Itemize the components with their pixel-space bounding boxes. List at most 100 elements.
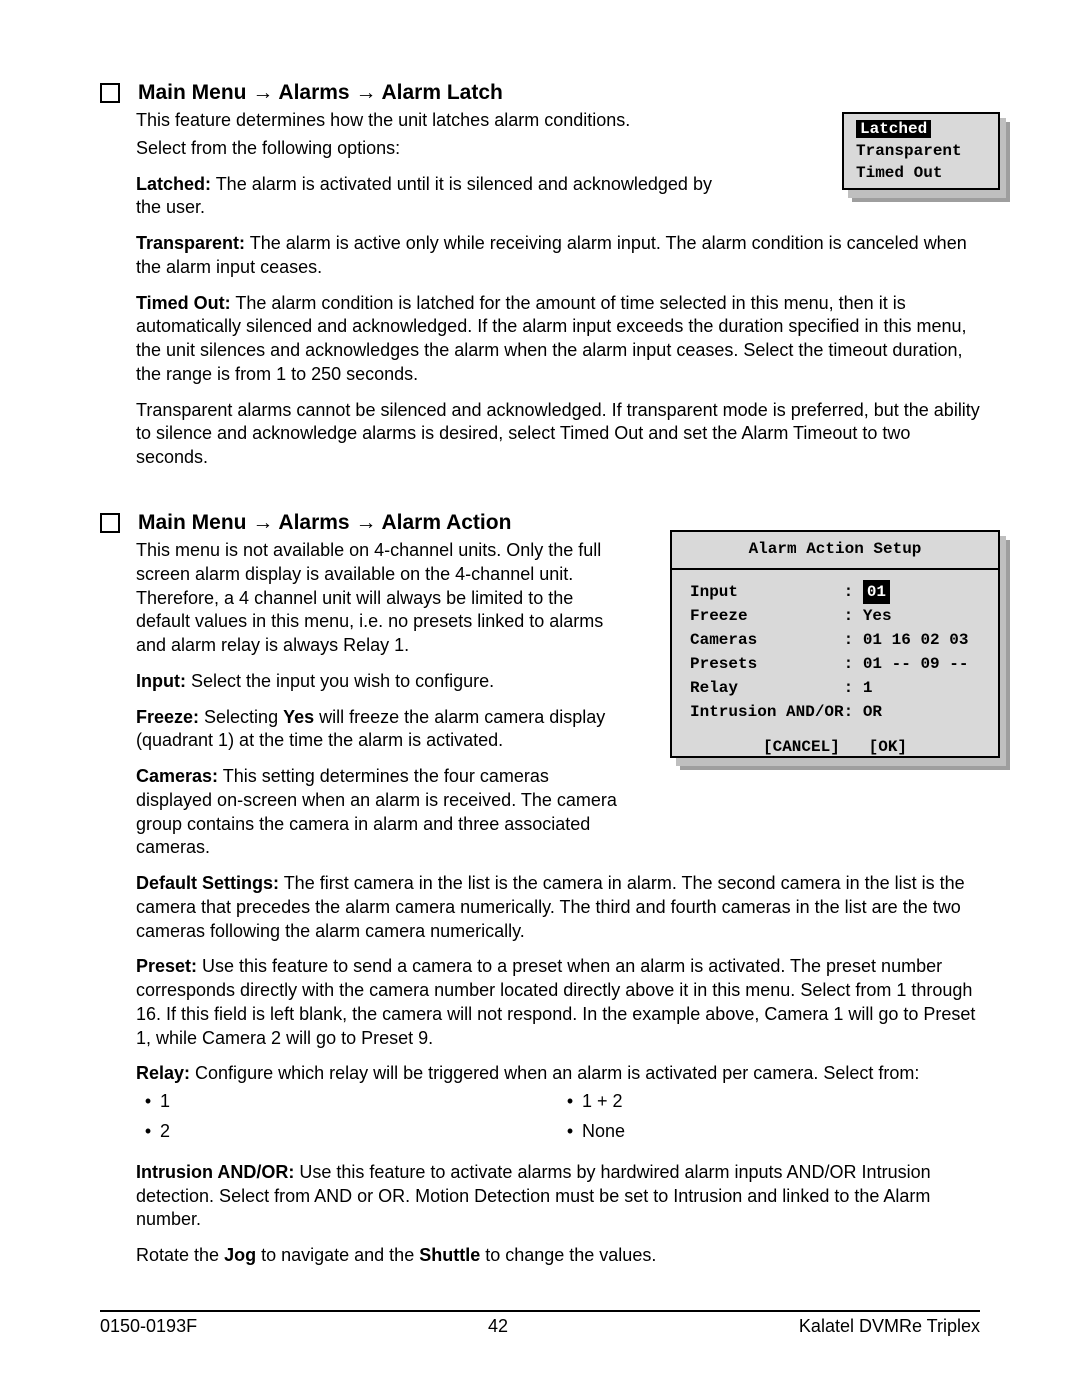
osd-buttons: [CANCEL] [OK]: [672, 730, 998, 762]
text: The alarm condition is latched for the a…: [136, 293, 967, 384]
paragraph: Input: Select the input you wish to conf…: [136, 670, 620, 694]
relay-opt: 2: [160, 1120, 170, 1143]
paragraph: Rotate the Jog to navigate and the Shutt…: [136, 1244, 980, 1268]
osd-row-input[interactable]: Input : 01: [690, 580, 984, 604]
list-item: •2: [136, 1120, 558, 1143]
paragraph: This feature determines how the unit lat…: [136, 109, 740, 133]
osd-alarm-action-panel: Alarm Action Setup Input : 01 Freeze : Y…: [670, 530, 1010, 770]
paragraph: Default Settings: The first camera in th…: [136, 872, 980, 943]
osd-label: Intrusion AND/OR: [690, 703, 844, 721]
label-preset: Preset:: [136, 956, 197, 976]
label-timedout: Timed Out:: [136, 293, 231, 313]
section1-body-wide: Transparent: The alarm is active only wh…: [136, 232, 980, 470]
relay-opt: 1 + 2: [582, 1090, 623, 1113]
paragraph: Select from the following options:: [136, 137, 740, 161]
label-input: Input:: [136, 671, 186, 691]
paragraph: Relay: Configure which relay will be tri…: [136, 1062, 980, 1086]
footer-right: Kalatel DVMRe Triplex: [799, 1316, 980, 1337]
osd-row-relay[interactable]: Relay : 1: [690, 676, 984, 700]
page-number: 42: [488, 1316, 508, 1337]
osd-value: : Yes: [844, 607, 892, 625]
heading-text: Alarm Action: [376, 511, 511, 534]
footer-row: 0150-0193F 42 Kalatel DVMRe Triplex: [100, 1316, 980, 1337]
osd-selected-value: 01: [863, 580, 890, 604]
list-item: •1: [136, 1090, 558, 1113]
bullet-icon: •: [136, 1120, 160, 1143]
paragraph: Intrusion AND/OR: Use this feature to ac…: [136, 1161, 980, 1232]
osd-label: Cameras: [690, 631, 844, 649]
osd-item-transparent[interactable]: Transparent: [852, 140, 990, 162]
relay-col-left: •1 •2: [136, 1090, 558, 1149]
list-item: •None: [558, 1120, 980, 1143]
heading-row-1: Main Menu → Alarms → Alarm Latch: [100, 80, 980, 105]
section-alarm-action: Main Menu → Alarms → Alarm Action This m…: [100, 510, 980, 1268]
section2-body-wide: Default Settings: The first camera in th…: [136, 872, 980, 1268]
osd-title: Alarm Action Setup: [672, 532, 998, 562]
osd-item-timedout[interactable]: Timed Out: [852, 162, 990, 184]
paragraph: Preset: Use this feature to send a camer…: [136, 955, 980, 1050]
osd-item-latched[interactable]: Latched: [852, 118, 990, 140]
footer: 0150-0193F 42 Kalatel DVMRe Triplex: [100, 1310, 980, 1337]
text: Selecting: [199, 707, 283, 727]
page: Main Menu → Alarms → Alarm Latch This fe…: [0, 0, 1080, 1397]
relay-options: •1 •2 •1 + 2 •None: [136, 1090, 980, 1149]
paragraph: This menu is not available on 4-channel …: [136, 539, 620, 658]
osd-label: Presets: [690, 655, 844, 673]
heading-text: Alarm Latch: [376, 81, 502, 104]
checkbox-icon: [100, 513, 120, 533]
heading-alarm-action: Main Menu → Alarms → Alarm Action: [138, 510, 511, 535]
osd-val-prefix: :: [844, 583, 863, 601]
bullet-icon: •: [136, 1090, 160, 1113]
label-intrusion: Intrusion AND/OR:: [136, 1162, 294, 1182]
footer-rule: [100, 1310, 980, 1312]
text: to change the values.: [480, 1245, 656, 1265]
label-latched: Latched:: [136, 174, 211, 194]
label-cameras: Cameras:: [136, 766, 218, 786]
text: The alarm is activated until it is silen…: [136, 174, 712, 218]
heading-text: Alarms: [273, 511, 355, 534]
heading-text: Alarms: [273, 81, 355, 104]
bullet-icon: •: [558, 1090, 582, 1113]
paragraph: Latched: The alarm is activated until it…: [136, 173, 740, 221]
ok-button[interactable]: [OK]: [869, 738, 907, 756]
bold-yes: Yes: [283, 707, 314, 727]
osd-value: : 1: [844, 679, 873, 697]
paragraph: Timed Out: The alarm condition is latche…: [136, 292, 980, 387]
text: Use this feature to send a camera to a p…: [136, 956, 975, 1047]
label-transparent: Transparent:: [136, 233, 245, 253]
osd-label: Relay: [690, 679, 844, 697]
checkbox-icon: [100, 83, 120, 103]
label-freeze: Freeze:: [136, 707, 199, 727]
osd-row-intrusion[interactable]: Intrusion AND/OR: OR: [690, 700, 984, 724]
relay-opt: None: [582, 1120, 625, 1143]
paragraph: Transparent: The alarm is active only wh…: [136, 232, 980, 280]
arrow-icon: →: [355, 81, 376, 104]
heading-text: Main Menu: [138, 81, 252, 104]
relay-col-right: •1 + 2 •None: [558, 1090, 980, 1149]
bold-jog: Jog: [224, 1245, 256, 1265]
paragraph: Freeze: Selecting Yes will freeze the al…: [136, 706, 620, 754]
osd-selected: Latched: [856, 120, 931, 138]
paragraph: Transparent alarms cannot be silenced an…: [136, 399, 980, 470]
osd-row-cameras[interactable]: Cameras : 01 16 02 03: [690, 628, 984, 652]
label-default: Default Settings:: [136, 873, 279, 893]
osd-row-freeze[interactable]: Freeze : Yes: [690, 604, 984, 628]
bold-shuttle: Shuttle: [419, 1245, 480, 1265]
cancel-button[interactable]: [CANCEL]: [763, 738, 840, 756]
paragraph: Cameras: This setting determines the fou…: [136, 765, 620, 860]
label-relay: Relay:: [136, 1063, 190, 1083]
osd-value: : 01 16 02 03: [844, 631, 969, 649]
list-item: •1 + 2: [558, 1090, 980, 1113]
text: The alarm is active only while receiving…: [136, 233, 967, 277]
arrow-icon: →: [252, 81, 273, 104]
osd-alarm-latch-panel: Latched Transparent Timed Out: [842, 112, 1010, 202]
bullet-icon: •: [558, 1120, 582, 1143]
footer-left: 0150-0193F: [100, 1316, 197, 1337]
osd-content: Input : 01 Freeze : Yes Cameras : 01 16 …: [672, 570, 998, 730]
osd-row-presets[interactable]: Presets : 01 -- 09 --: [690, 652, 984, 676]
section-alarm-latch: Main Menu → Alarms → Alarm Latch This fe…: [100, 80, 980, 470]
arrow-icon: →: [355, 511, 376, 534]
arrow-icon: →: [252, 511, 273, 534]
osd-value: : OR: [844, 703, 882, 721]
heading-alarm-latch: Main Menu → Alarms → Alarm Latch: [138, 80, 503, 105]
